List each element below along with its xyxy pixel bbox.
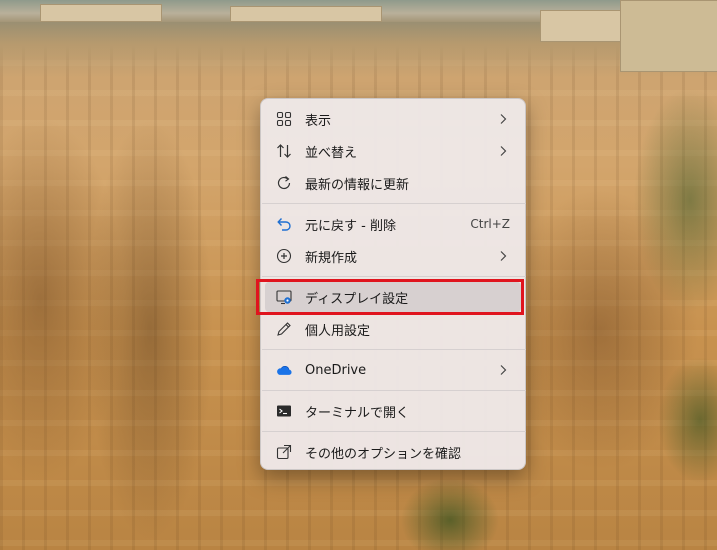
menu-item-label: 元に戻す - 削除 [305, 218, 396, 234]
chevron-right-icon [498, 364, 508, 376]
chevron-right-icon [498, 113, 508, 125]
menu-item-label: 新規作成 [305, 250, 358, 266]
menu-item-new[interactable]: 新規作成 [265, 241, 521, 271]
menu-separator [262, 349, 526, 350]
menu-item-undo-delete[interactable]: 元に戻す - 削除 Ctrl+Z [265, 209, 521, 239]
menu-item-show-more-options[interactable]: その他のオプションを確認 [265, 437, 521, 467]
menu-item-personalize[interactable]: 個人用設定 [265, 314, 521, 344]
menu-item-label: ディスプレイ設定 [305, 291, 409, 307]
onedrive-cloud-icon [276, 362, 292, 378]
menu-separator [262, 276, 526, 277]
undo-icon [276, 216, 292, 232]
grid-icon [276, 111, 292, 127]
wallpaper-building [230, 6, 382, 22]
chevron-right-icon [498, 145, 508, 157]
menu-item-refresh[interactable]: 最新の情報に更新 [265, 168, 521, 198]
display-settings-icon [276, 289, 292, 305]
keyboard-shortcut: Ctrl+Z [470, 217, 510, 231]
menu-item-label: 個人用設定 [305, 323, 371, 339]
menu-item-view[interactable]: 表示 [265, 104, 521, 134]
menu-item-sort[interactable]: 並べ替え [265, 136, 521, 166]
menu-item-label: その他のオプションを確認 [305, 446, 462, 462]
share-icon [276, 444, 292, 460]
desktop-context-menu: 表示 並べ替え 最新の情報に更新 元に戻す - 削除 Ctrl+Z 新規作成 デ… [260, 98, 526, 470]
menu-item-onedrive[interactable]: OneDrive [265, 355, 521, 385]
menu-item-label: ターミナルで開く [305, 405, 410, 421]
menu-item-label: 最新の情報に更新 [305, 177, 410, 193]
wallpaper-building [40, 4, 162, 22]
refresh-icon [276, 175, 292, 191]
wallpaper-building [540, 10, 622, 42]
menu-item-label: 並べ替え [305, 145, 358, 161]
chevron-right-icon [498, 250, 508, 262]
add-circle-icon [276, 248, 292, 264]
terminal-icon [276, 403, 292, 419]
menu-separator [262, 431, 526, 432]
menu-separator [262, 390, 526, 391]
menu-item-label: 表示 [305, 113, 332, 129]
menu-item-open-terminal[interactable]: ターミナルで開く [265, 396, 521, 426]
menu-item-label: OneDrive [305, 362, 367, 378]
pen-icon [276, 321, 292, 337]
wallpaper-building [620, 0, 717, 72]
desktop-wallpaper[interactable]: 表示 並べ替え 最新の情報に更新 元に戻す - 削除 Ctrl+Z 新規作成 デ… [0, 0, 717, 550]
menu-item-display-settings[interactable]: ディスプレイ設定 [265, 282, 521, 312]
sort-icon [276, 143, 292, 159]
menu-separator [262, 203, 526, 204]
